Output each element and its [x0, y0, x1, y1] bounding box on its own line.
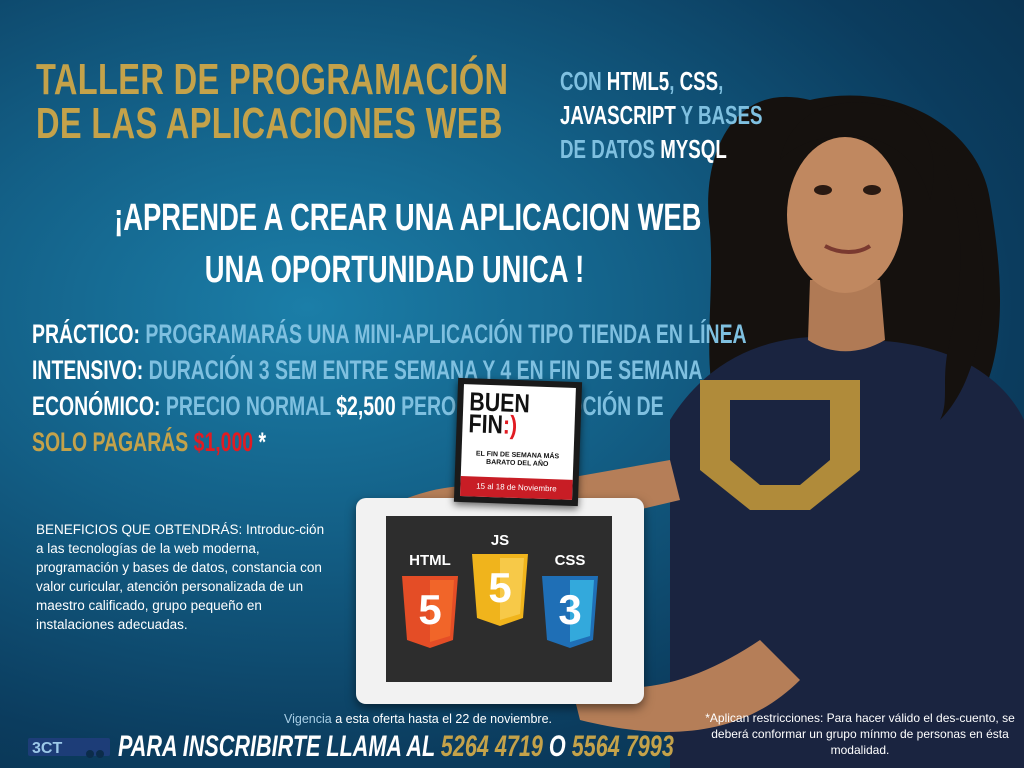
tech-y-bases: Y BASES: [675, 100, 763, 130]
html-badge-number: 5: [418, 586, 442, 633]
promo-text: SOLO PAGARÁS: [32, 427, 194, 457]
feature-practico: PRÁCTICO: PROGRAMARÁS UNA MINI-APLICACIÓ…: [32, 316, 747, 352]
technologies-list: CON HTML5, CSS, JAVASCRIPT Y BASES DE DA…: [560, 64, 763, 166]
title-line-1: TALLER DE PROGRAMACIÓN: [36, 55, 509, 104]
regular-price: $2,500: [336, 391, 396, 421]
buen-fin-line-2: FIN: [468, 408, 504, 440]
tablet: HTML 5 JS 5 CSS 3: [356, 498, 644, 704]
html-badge-label: HTML: [409, 552, 451, 569]
feature-intensivo: INTENSIVO: DURACIÓN 3 SEM ENTRE SEMANA Y…: [32, 352, 747, 388]
feature-text: DURACIÓN 3 SEM ENTRE SEMANA Y 4 EN FIN D…: [143, 355, 703, 385]
css-badge-label: CSS: [554, 552, 586, 569]
tech-line-1: CON HTML5, CSS,: [560, 64, 763, 98]
cta-text: PARA INSCRIBIRTE LLAMA AL: [118, 730, 441, 763]
buen-fin-dates: 15 al 18 de Noviembre: [460, 476, 573, 500]
tech-line-2: JAVASCRIPT Y BASES: [560, 98, 763, 132]
phone-number-1[interactable]: 5264 4719: [441, 730, 543, 763]
headline-line-2: UNA OPORTUNIDAD UNICA !: [205, 249, 585, 291]
phone-number-2[interactable]: 5564 7993: [572, 730, 674, 763]
cta-or: O: [542, 730, 572, 763]
tech-mysql: MYSQL: [660, 134, 727, 164]
buen-fin-smile: :): [502, 409, 518, 440]
validity-label: Vigencia: [284, 712, 332, 726]
promo-poster: TALLER DE PROGRAMACIÓN DE LAS APLICACION…: [0, 0, 1024, 768]
tech-css: CSS: [679, 66, 719, 96]
tech-line-3: DE DATOS MYSQL: [560, 132, 763, 166]
feature-text: PRECIO NORMAL: [160, 391, 337, 421]
offer-validity: Vigencia a esta oferta hasta el 22 de no…: [284, 712, 552, 726]
restrictions-note: *Aplican restricciones: Para hacer válid…: [705, 711, 1015, 757]
js-badge-number: 5: [488, 564, 512, 611]
features-list: PRÁCTICO: PROGRAMARÁS UNA MINI-APLICACIÓ…: [32, 316, 747, 460]
tech-javascript: JAVASCRIPT: [560, 100, 676, 130]
validity-text: a esta oferta hasta el 22 de noviembre.: [331, 712, 553, 726]
headline: ¡APRENDE A CREAR UNA APLICACION WEB UNA …: [0, 192, 790, 296]
buen-fin-logo: BUEN FIN:): [468, 386, 530, 440]
benefits-text: BENEFICIOS QUE OBTENDRÁS: Introduc-ción …: [36, 522, 325, 632]
tech-comma: ,: [718, 66, 724, 96]
tech-html5: HTML5: [606, 66, 670, 96]
headline-line-1: ¡APRENDE A CREAR UNA APLICACION WEB: [114, 197, 702, 239]
feature-text: PROGRAMARÁS UNA MINI-APLICACIÓN TIPO TIE…: [140, 319, 747, 349]
tech-de-datos: DE DATOS: [560, 134, 661, 164]
buen-fin-badge: BUEN FIN:) EL FIN DE SEMANA MÁS BARATO D…: [453, 377, 583, 507]
promo-asterisk: *: [253, 427, 267, 457]
css-badge-number: 3: [558, 586, 582, 633]
logo-text: 3CT: [32, 740, 62, 757]
feature-economico: ECONÓMICO: PRECIO NORMAL $2,500 PERO POR…: [32, 388, 747, 424]
promo-price: $1,000: [193, 427, 254, 457]
feature-label: ECONÓMICO:: [32, 391, 161, 421]
call-to-action: PARA INSCRIBIRTE LLAMA AL 5264 4719 O 55…: [118, 730, 674, 764]
tablet-screen: HTML 5 JS 5 CSS 3: [386, 516, 612, 682]
3ct-logo-icon: 3CT: [28, 738, 110, 758]
promo-price-line: SOLO PAGARÁS $1,000 *: [32, 424, 747, 460]
js-badge-label: JS: [490, 532, 510, 549]
tech-con: CON: [560, 66, 607, 96]
workshop-title: TALLER DE PROGRAMACIÓN DE LAS APLICACION…: [36, 58, 508, 146]
feature-label: PRÁCTICO:: [32, 319, 140, 349]
feature-label: INTENSIVO:: [32, 355, 144, 385]
tech-comma: ,: [669, 66, 680, 96]
title-line-2: DE LAS APLICACIONES WEB: [36, 99, 503, 148]
